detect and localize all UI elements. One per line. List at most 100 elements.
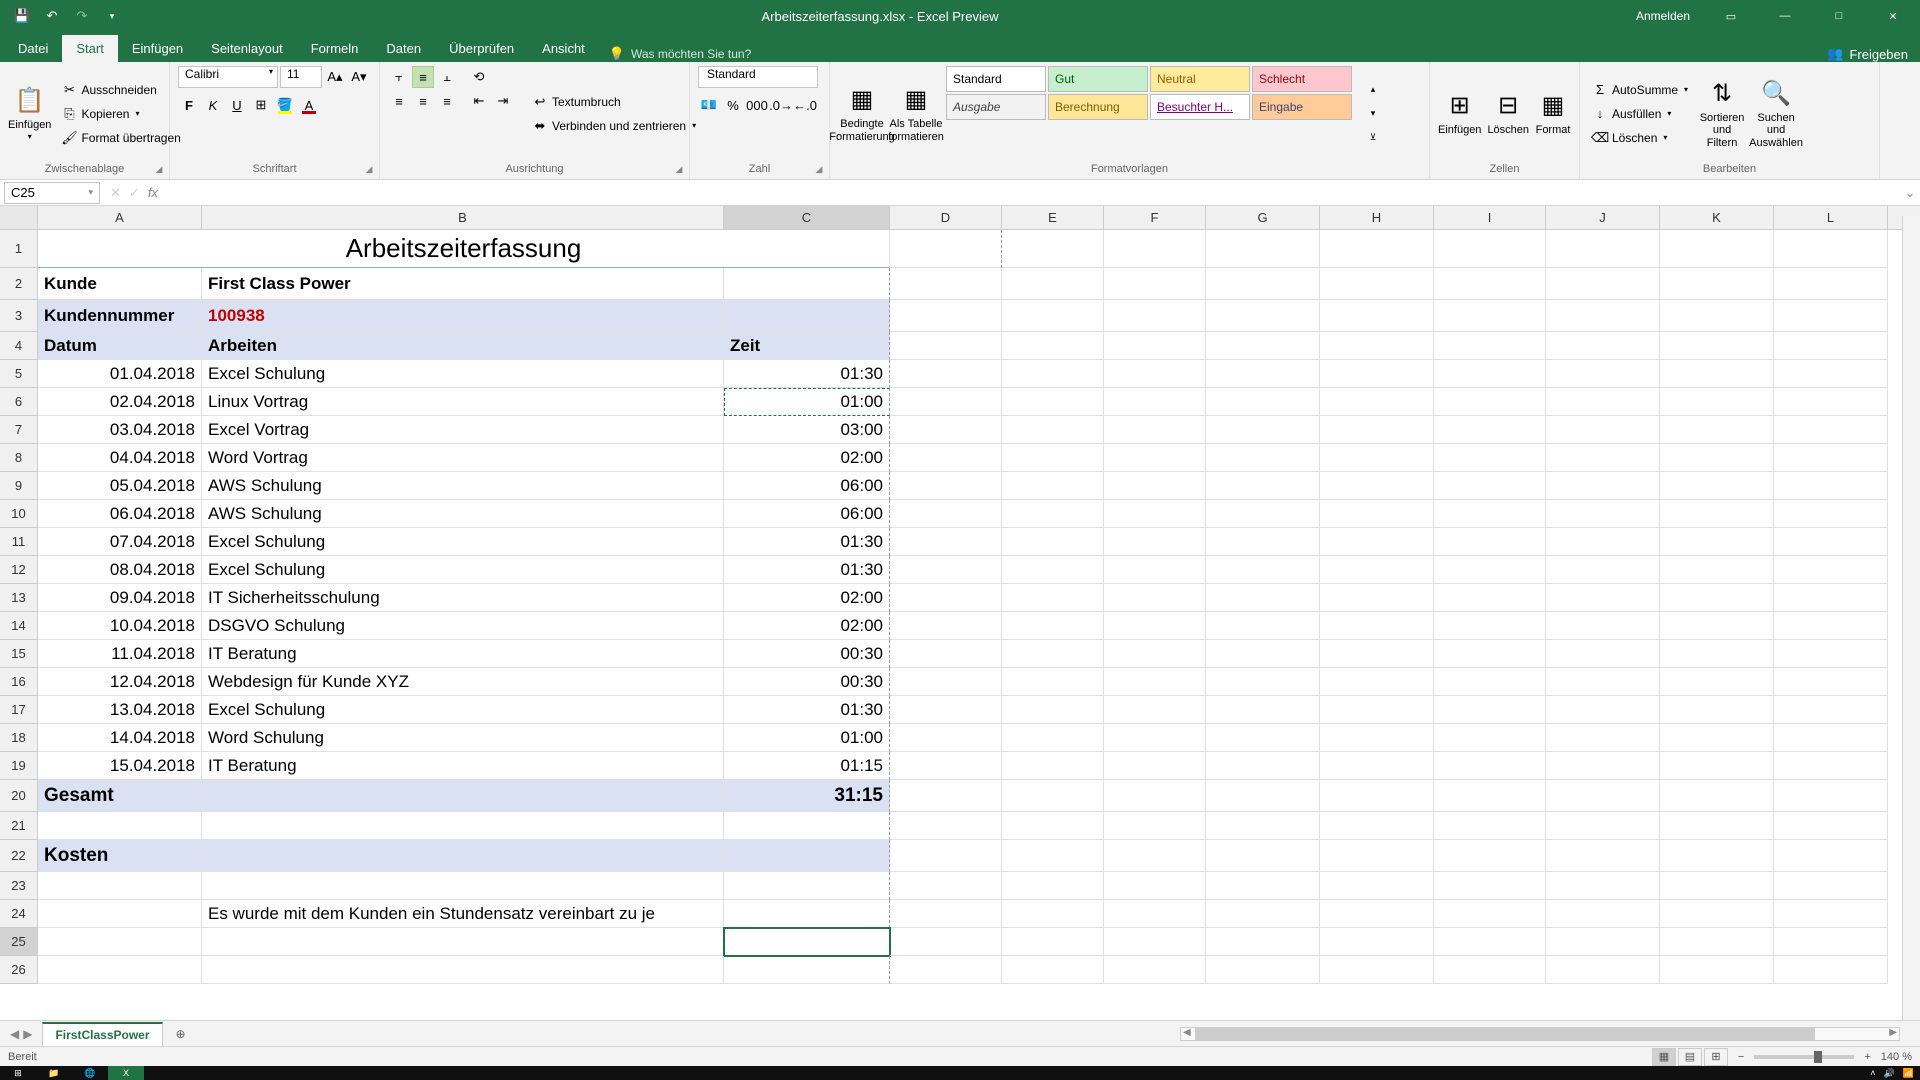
cell[interactable] [1104, 840, 1206, 872]
col-header[interactable]: I [1434, 206, 1546, 229]
cell[interactable] [1002, 780, 1104, 812]
cell[interactable]: Zeit [724, 332, 890, 360]
decrease-indent-icon[interactable]: ⇤ [468, 90, 490, 112]
cell[interactable]: 01:30 [724, 528, 890, 556]
cell[interactable]: Word Schulung [202, 724, 724, 752]
cell[interactable] [1104, 332, 1206, 360]
cell[interactable] [1206, 612, 1320, 640]
cell[interactable] [1104, 528, 1206, 556]
row-header[interactable]: 22 [0, 840, 38, 872]
cell[interactable] [1320, 780, 1434, 812]
cell[interactable] [1320, 230, 1434, 268]
cell[interactable] [1206, 300, 1320, 332]
cell[interactable] [1774, 472, 1888, 500]
cell[interactable] [890, 928, 1002, 956]
row-header[interactable]: 24 [0, 900, 38, 928]
cell[interactable] [1660, 900, 1774, 928]
cell[interactable] [1546, 612, 1660, 640]
cell[interactable] [1104, 500, 1206, 528]
style-more-icon[interactable]: ⊻ [1362, 127, 1384, 149]
cell[interactable] [1660, 872, 1774, 900]
cell[interactable] [1546, 752, 1660, 780]
cell[interactable] [1434, 360, 1546, 388]
cell[interactable]: 31:15 [724, 780, 890, 812]
decrease-font-icon[interactable]: A▾ [348, 66, 370, 88]
cell[interactable] [1774, 528, 1888, 556]
cell[interactable] [1774, 416, 1888, 444]
cell[interactable] [1320, 840, 1434, 872]
qat-customize-icon[interactable]: ▾ [98, 2, 126, 30]
cell[interactable] [1546, 556, 1660, 584]
cell[interactable] [1002, 612, 1104, 640]
row-header[interactable]: 9 [0, 472, 38, 500]
sort-filter-button[interactable]: ⇅Sortieren und Filtern [1698, 66, 1746, 161]
cell[interactable] [1546, 388, 1660, 416]
cell[interactable] [1434, 724, 1546, 752]
cell[interactable] [1206, 416, 1320, 444]
cell[interactable] [1002, 360, 1104, 388]
cell[interactable] [1002, 268, 1104, 300]
tab-ansicht[interactable]: Ansicht [528, 35, 599, 62]
dialog-launcher-icon[interactable]: ◢ [363, 163, 375, 175]
cell[interactable]: 10.04.2018 [38, 612, 202, 640]
cell[interactable] [1002, 812, 1104, 840]
edge-icon[interactable]: 🌐 [72, 1066, 108, 1080]
cell[interactable]: 09.04.2018 [38, 584, 202, 612]
cancel-formula-icon[interactable]: ✕ [110, 185, 121, 201]
col-header[interactable]: B [202, 206, 724, 229]
cell[interactable] [890, 584, 1002, 612]
cell[interactable] [890, 956, 1002, 984]
normal-view-icon[interactable]: ▦ [1652, 1048, 1676, 1066]
accept-formula-icon[interactable]: ✓ [129, 185, 140, 201]
row-header[interactable]: 4 [0, 332, 38, 360]
cell[interactable] [1434, 696, 1546, 724]
cell[interactable] [890, 812, 1002, 840]
col-header[interactable]: J [1546, 206, 1660, 229]
cell[interactable]: Webdesign für Kunde XYZ [202, 668, 724, 696]
cell[interactable] [1660, 640, 1774, 668]
cell[interactable] [1002, 388, 1104, 416]
row-header[interactable]: 2 [0, 268, 38, 300]
cell[interactable]: Excel Schulung [202, 556, 724, 584]
expand-formula-bar-icon[interactable]: ⌄ [1900, 185, 1920, 201]
style-gut[interactable]: Gut [1048, 66, 1148, 92]
cell[interactable] [1320, 556, 1434, 584]
cell[interactable] [1206, 780, 1320, 812]
cell[interactable] [1206, 556, 1320, 584]
cell[interactable] [890, 230, 1002, 268]
cell[interactable] [1660, 360, 1774, 388]
cell[interactable] [1320, 612, 1434, 640]
row-header[interactable]: 7 [0, 416, 38, 444]
cell[interactable] [1104, 584, 1206, 612]
cell[interactable]: 01:00 [724, 388, 890, 416]
row-header[interactable]: 18 [0, 724, 38, 752]
cell[interactable] [1002, 500, 1104, 528]
cell[interactable] [1434, 388, 1546, 416]
cell[interactable] [1320, 416, 1434, 444]
italic-button[interactable]: K [202, 94, 224, 116]
tab-seitenlayout[interactable]: Seitenlayout [197, 35, 297, 62]
cell[interactable] [890, 612, 1002, 640]
row-header[interactable]: 23 [0, 872, 38, 900]
style-ausgabe[interactable]: Ausgabe [946, 94, 1046, 120]
start-icon[interactable]: ⊞ [0, 1066, 36, 1080]
redo-icon[interactable]: ↷ [68, 2, 96, 30]
cell[interactable] [1660, 528, 1774, 556]
row-header[interactable]: 13 [0, 584, 38, 612]
cell[interactable] [1104, 812, 1206, 840]
cell[interactable]: Arbeiten [202, 332, 724, 360]
cell[interactable] [1660, 332, 1774, 360]
cell[interactable] [890, 444, 1002, 472]
cell[interactable] [202, 928, 724, 956]
cell[interactable] [1104, 388, 1206, 416]
align-center-icon[interactable]: ≡ [412, 90, 434, 112]
cell[interactable] [724, 812, 890, 840]
cell[interactable] [724, 872, 890, 900]
col-header[interactable]: G [1206, 206, 1320, 229]
cell[interactable] [1434, 812, 1546, 840]
align-bottom-icon[interactable]: ⫠ [436, 66, 458, 88]
col-header[interactable]: C [724, 206, 890, 229]
cell[interactable] [1206, 900, 1320, 928]
cell[interactable] [1206, 840, 1320, 872]
insert-cells-button[interactable]: ⊞Einfügen [1438, 66, 1481, 161]
